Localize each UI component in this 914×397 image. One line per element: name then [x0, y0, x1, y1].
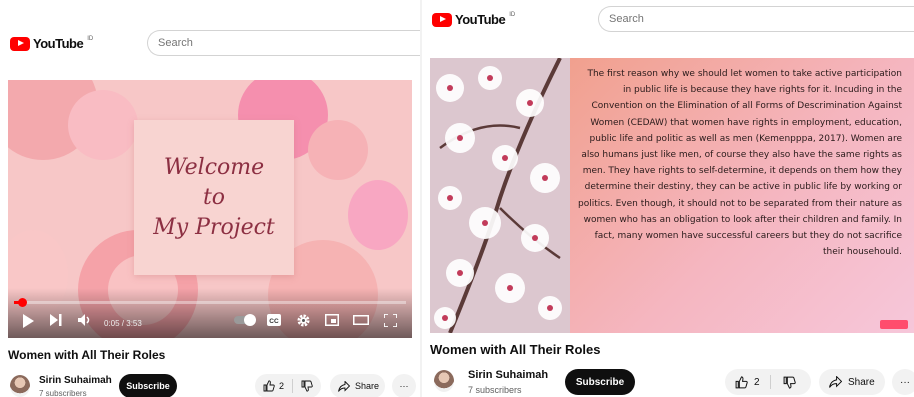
theater-icon[interactable]	[353, 314, 369, 330]
video-player[interactable]: The first reason why we should let women…	[430, 58, 914, 333]
masthead: YouTube ID	[0, 24, 420, 64]
share-icon	[338, 380, 350, 392]
channel-name[interactable]: Sirin Suhaimah	[39, 375, 112, 386]
volume-icon[interactable]	[78, 314, 92, 330]
like-icon[interactable]	[735, 375, 748, 389]
pill-divider	[769, 375, 771, 389]
youtube-logo[interactable]: YouTube ID	[432, 12, 515, 27]
cherry-blossom-image	[430, 58, 570, 333]
video-title: Women with All Their Roles	[8, 348, 166, 362]
essay-slide: The first reason why we should let women…	[570, 58, 914, 333]
cherry-blossom-illustration	[434, 58, 562, 333]
welcome-card: Welcome to My Project	[134, 120, 294, 275]
youtube-logo-icon	[10, 36, 30, 51]
miniplayer-icon[interactable]	[325, 314, 339, 330]
video-title: Women with All Their Roles	[430, 342, 601, 357]
channel-row: Sirin Suhaimah 7 subscribers Subscribe 2…	[0, 372, 420, 397]
fullscreen-icon[interactable]	[383, 313, 398, 330]
subscriber-count: 7 subscribers	[39, 389, 87, 397]
channel-row: Sirin Suhaimah 7 subscribers Subscribe 2…	[422, 367, 914, 397]
more-actions-button[interactable]: ···	[892, 369, 914, 395]
settings-icon[interactable]	[297, 314, 310, 330]
play-icon[interactable]	[22, 314, 34, 330]
subscriber-count: 7 subscribers	[468, 385, 522, 395]
next-icon[interactable]	[50, 314, 62, 330]
flower-decoration	[348, 180, 408, 250]
more-icon: ···	[900, 376, 910, 388]
corner-badge	[880, 320, 908, 329]
like-dislike-group: 2	[725, 369, 811, 395]
flower-decoration	[308, 120, 368, 180]
channel-name[interactable]: Sirin Suhaimah	[468, 369, 548, 381]
like-count: 2	[279, 381, 285, 391]
progress-bar[interactable]	[14, 298, 406, 307]
right-screenshot: YouTube ID Search The first reason why w…	[422, 0, 914, 397]
youtube-logo[interactable]: YouTube ID	[10, 36, 93, 51]
youtube-logo-icon	[432, 12, 452, 27]
search-input[interactable]	[147, 30, 420, 56]
pill-divider	[292, 379, 294, 393]
time-display: 0:05 / 3:53	[104, 319, 142, 328]
channel-avatar[interactable]	[10, 375, 30, 397]
scrubber-handle[interactable]	[18, 298, 28, 307]
autoplay-toggle[interactable]	[234, 314, 256, 330]
more-actions-button[interactable]: ···	[392, 374, 416, 397]
like-dislike-group: 2	[255, 374, 321, 397]
welcome-line: to	[202, 184, 226, 210]
subscribe-button[interactable]: Subscribe	[565, 369, 635, 395]
dislike-icon[interactable]	[301, 380, 313, 392]
like-icon[interactable]	[263, 380, 275, 392]
subscribe-button[interactable]: Subscribe	[119, 374, 177, 397]
channel-avatar[interactable]	[434, 370, 454, 392]
masthead: YouTube ID	[422, 0, 914, 40]
flower-decoration	[68, 90, 138, 160]
share-button[interactable]: Share	[330, 374, 385, 397]
more-icon: ···	[399, 381, 409, 391]
dislike-icon[interactable]	[783, 376, 796, 389]
subtitles-icon[interactable]: CC	[267, 314, 281, 330]
svg-text:CC: CC	[269, 318, 279, 325]
essay-text: The first reason why we should let women…	[578, 69, 902, 258]
video-player[interactable]: Welcome to My Project 0:05 / 3:53 CC	[8, 80, 412, 338]
welcome-line: Welcome	[163, 154, 265, 180]
like-count: 2	[754, 376, 760, 388]
share-button[interactable]: Share	[819, 369, 885, 395]
share-icon	[829, 376, 842, 388]
search-input[interactable]	[598, 6, 914, 32]
left-screenshot: YouTube ID Welcome to My Project	[0, 0, 420, 397]
welcome-line: My Project	[153, 214, 275, 240]
player-controls: 0:05 / 3:53 CC	[8, 288, 412, 338]
